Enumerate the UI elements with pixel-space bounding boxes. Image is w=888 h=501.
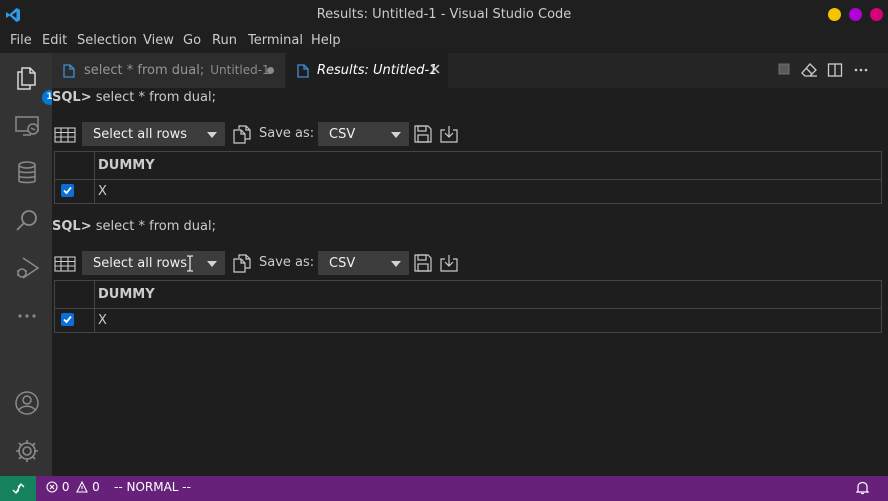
menu-run[interactable]: Run [212,33,237,48]
error-icon [46,481,58,493]
search-icon[interactable] [14,208,40,234]
settings-gear-icon[interactable] [14,438,40,464]
tab-label: Results: Untitled-1 [317,63,438,78]
menu-selection[interactable]: Selection [77,33,137,48]
clear-eraser-icon[interactable] [801,62,818,82]
table-header-row: DUMMY [55,281,881,309]
row-checkbox[interactable] [61,313,74,326]
header-select-cell [55,281,95,308]
more-actions-icon[interactable] [853,62,869,82]
problems-indicator[interactable]: 0 0 [46,480,100,494]
save-icon[interactable] [413,253,433,277]
select-rows-value: Select all rows [93,256,187,271]
result-toolbar: Select all rows Save as: CSV [52,122,888,148]
column-header[interactable]: DUMMY [98,287,155,302]
menu-file[interactable]: File [10,33,32,48]
remote-indicator[interactable] [0,476,36,501]
export-download-icon[interactable] [439,124,459,148]
select-rows-dropdown[interactable]: Select all rows [82,122,225,146]
chevron-down-icon [391,132,401,138]
maximize-button[interactable] [849,8,862,21]
error-count: 0 [61,480,70,494]
minimize-button[interactable] [828,8,841,21]
more-icon[interactable] [14,303,40,329]
row-checkbox[interactable] [61,184,74,197]
table-grid-icon[interactable] [54,256,76,276]
activity-bar: 1 [0,53,57,476]
column-header[interactable]: DUMMY [98,158,155,173]
status-bar: 0 0 -- NORMAL -- [0,476,888,501]
editor-tab-bar: select * from dual; Untitled-1 Results: U… [52,53,888,88]
vim-mode: -- NORMAL -- [114,480,191,494]
save-as-label: Save as: [259,255,315,270]
chevron-down-icon [207,261,217,267]
table-row[interactable]: X [55,309,881,332]
dirty-indicator-icon[interactable] [267,67,274,74]
file-icon [63,64,75,82]
header-select-cell [55,152,95,179]
format-dropdown[interactable]: CSV [318,251,409,275]
close-window-button[interactable] [870,8,883,21]
format-value: CSV [329,256,356,271]
table-header-row: DUMMY [55,152,881,180]
result-table: DUMMY X [54,280,882,333]
save-icon[interactable] [413,124,433,148]
warning-count: 0 [92,480,100,494]
menu-go[interactable]: Go [183,33,201,48]
menu-help[interactable]: Help [311,33,341,48]
table-cell[interactable]: X [98,313,107,328]
notifications-bell-icon[interactable] [855,481,870,498]
table-cell[interactable]: X [98,184,107,199]
save-as-label: Save as: [259,126,315,141]
database-icon[interactable] [14,160,40,186]
result-table: DUMMY X [54,151,882,204]
preview-file-icon [297,64,309,82]
sql-statement-line: SQL> select * from dual; [52,90,216,105]
warning-icon [76,480,89,493]
result-toolbar: Select all rows Save as: CSV [52,251,888,277]
table-row[interactable]: X [55,180,881,203]
close-tab-icon[interactable] [429,63,441,79]
window-title: Results: Untitled-1 - Visual Studio Code [316,7,572,22]
tab-sql-editor[interactable]: select * from dual; Untitled-1 [52,53,285,88]
row-select-cell [55,309,95,332]
stop-icon[interactable] [777,62,791,80]
tab-results[interactable]: Results: Untitled-1 [286,53,448,88]
copy-icon[interactable] [232,253,252,277]
menu-bar: File Edit Selection View Go Run Terminal… [0,29,888,53]
text-cursor-icon [186,255,194,276]
run-debug-icon[interactable] [14,255,40,281]
select-rows-dropdown[interactable]: Select all rows [82,251,225,275]
menu-view[interactable]: View [143,33,174,48]
chevron-down-icon [207,132,217,138]
account-icon[interactable] [14,390,40,416]
chevron-down-icon [391,261,401,267]
menu-edit[interactable]: Edit [42,33,67,48]
table-grid-icon[interactable] [54,127,76,147]
copy-icon[interactable] [232,124,252,148]
split-editor-icon[interactable] [827,62,843,82]
sql-statement-line: SQL> select * from dual; [52,219,216,234]
menu-terminal[interactable]: Terminal [248,33,303,48]
results-panel: SQL> select * from dual; Select all rows… [52,88,888,476]
remote-icon [12,483,25,494]
export-download-icon[interactable] [439,253,459,277]
select-rows-value: Select all rows [93,127,187,142]
row-select-cell [55,180,95,203]
tab-label: select * from dual; Untitled-1 [84,63,270,78]
remote-explorer-icon[interactable] [14,113,40,139]
title-bar: Results: Untitled-1 - Visual Studio Code [0,0,888,29]
format-value: CSV [329,127,356,142]
format-dropdown[interactable]: CSV [318,122,409,146]
explorer-icon[interactable]: 1 [14,65,57,105]
